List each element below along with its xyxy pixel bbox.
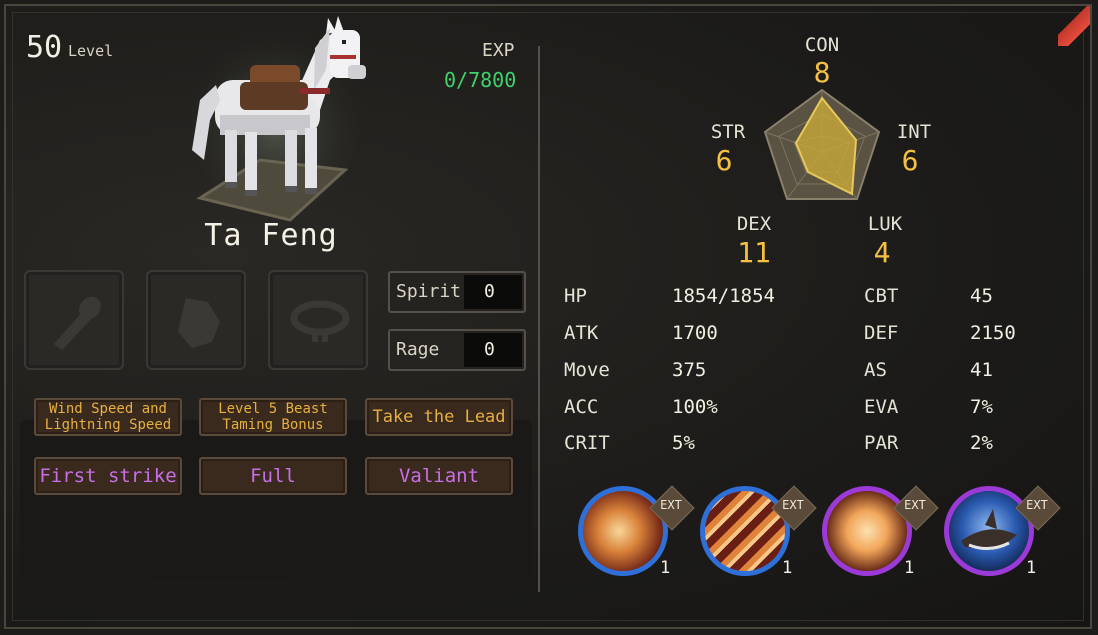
spirit-label: Spirit	[396, 281, 462, 302]
traits-area	[20, 420, 532, 582]
close-ribbon-icon[interactable]	[1058, 6, 1090, 46]
skill-tag: EXT	[1026, 498, 1048, 512]
attr-int-value: 6	[901, 144, 919, 177]
stat-move-value: 375	[672, 359, 707, 381]
stat-eva-value: 7%	[970, 396, 993, 418]
stat-crit-value: 5%	[672, 432, 695, 454]
attribute-radar-chart	[763, 88, 881, 200]
stat-acc-value: 100%	[672, 396, 718, 418]
stat-cbt-label: CBT	[864, 285, 899, 307]
skill-slot-1[interactable]: EXT 1	[576, 484, 695, 582]
shark-icon	[944, 486, 1034, 576]
exp-label: EXP	[482, 40, 515, 61]
equip-slot-brush[interactable]	[24, 270, 124, 370]
pillar-strike-icon	[578, 486, 668, 576]
skill-tag: EXT	[660, 498, 682, 512]
attr-con-label: CON	[804, 34, 840, 56]
skill-count: 1	[904, 558, 915, 578]
panel-divider	[538, 46, 540, 592]
skill-slot-4[interactable]: EXT 1	[942, 484, 1061, 582]
spirit-value: 0	[464, 275, 522, 309]
attr-luk-value: 4	[873, 236, 891, 269]
equip-slot-saddle[interactable]	[146, 270, 246, 370]
attr-luk-label: LUK	[867, 213, 903, 235]
horse-portrait	[180, 10, 380, 225]
slash-burst-icon	[700, 486, 790, 576]
pet-name: Ta Feng	[204, 218, 338, 253]
rage-label: Rage	[396, 339, 440, 360]
exp-value: 0/7800	[444, 68, 517, 92]
trait-full[interactable]: Full	[199, 457, 347, 495]
stat-cbt-value: 45	[970, 285, 993, 307]
equip-slot-collar[interactable]	[268, 270, 368, 370]
skill-slot-2[interactable]: EXT 1	[698, 484, 817, 582]
skill-count: 1	[660, 558, 671, 578]
attr-str-label: STR	[710, 121, 746, 143]
attr-str-value: 6	[715, 144, 733, 177]
collar-icon	[290, 300, 350, 342]
level-label: Level	[68, 42, 114, 60]
trait-beast-taming[interactable]: Level 5 Beast Taming Bonus	[199, 398, 347, 436]
skill-tag: EXT	[904, 498, 926, 512]
attr-dex-label: DEX	[736, 213, 772, 235]
stat-hp-label: HP	[564, 285, 587, 307]
stat-move-label: Move	[564, 359, 610, 381]
stat-as-label: AS	[864, 359, 887, 381]
saddle-icon	[178, 298, 220, 348]
explosion-icon	[822, 486, 912, 576]
skill-slot-3[interactable]: EXT 1	[820, 484, 939, 582]
rage-value: 0	[464, 333, 522, 367]
attr-con-value: 8	[813, 56, 831, 89]
stat-atk-label: ATK	[564, 322, 599, 344]
stat-eva-label: EVA	[864, 396, 899, 418]
trait-take-the-lead[interactable]: Take the Lead	[365, 398, 513, 436]
stat-acc-label: ACC	[564, 396, 599, 418]
level-value: 50	[26, 30, 63, 65]
attr-dex-value: 11	[737, 236, 771, 269]
spirit-box: Spirit 0	[388, 271, 526, 313]
trait-valiant[interactable]: Valiant	[365, 457, 513, 495]
stat-crit-label: CRIT	[564, 432, 610, 454]
stat-par-value: 2%	[970, 432, 993, 454]
skill-count: 1	[1026, 558, 1037, 578]
stat-atk-value: 1700	[672, 322, 718, 344]
trait-wind-speed[interactable]: Wind Speed and Lightning Speed	[34, 398, 182, 436]
stat-as-value: 41	[970, 359, 993, 381]
skill-count: 1	[782, 558, 793, 578]
rage-box: Rage 0	[388, 329, 526, 371]
stat-def-label: DEF	[864, 322, 899, 344]
stat-hp-value: 1854/1854	[672, 285, 775, 307]
skill-tag: EXT	[782, 498, 804, 512]
stat-par-label: PAR	[864, 432, 899, 454]
stat-def-value: 2150	[970, 322, 1016, 344]
trait-first-strike[interactable]: First strike	[34, 457, 182, 495]
brush-icon	[54, 296, 101, 350]
attr-int-label: INT	[896, 121, 932, 143]
